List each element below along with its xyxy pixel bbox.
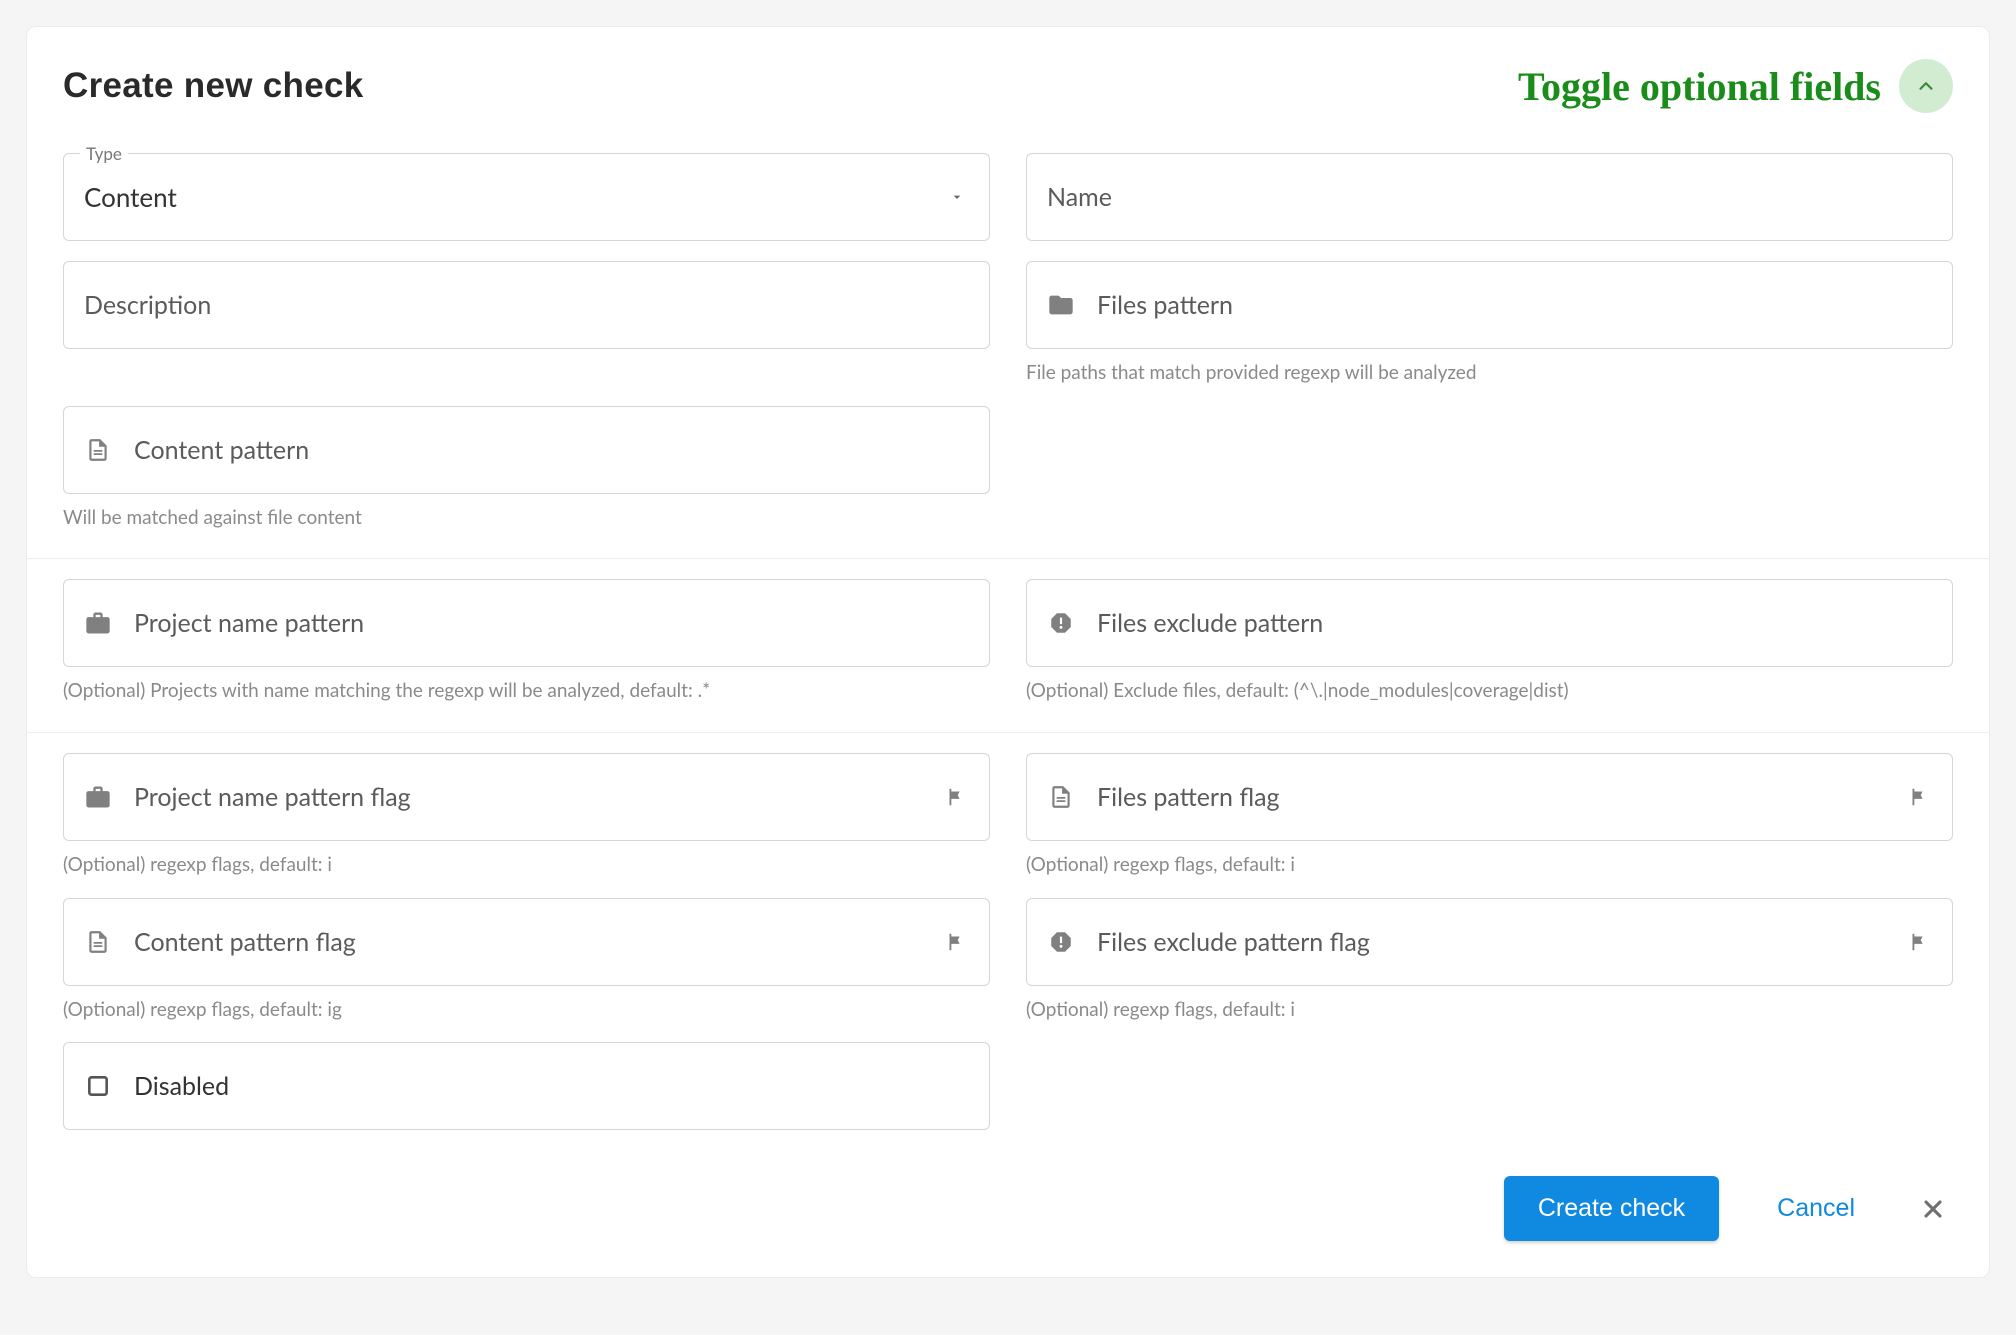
project-name-pattern-placeholder: Project name pattern [134, 608, 364, 638]
files-exclude-pattern-flag-input[interactable]: Files exclude pattern flag [1026, 898, 1953, 986]
section-optional-2: Project name pattern flag (Optional) reg… [27, 732, 1989, 1158]
name-input[interactable]: Name [1026, 153, 1953, 241]
type-select[interactable]: Type Content [63, 153, 990, 241]
name-placeholder: Name [1047, 182, 1112, 212]
type-floating-label: Type [80, 143, 128, 164]
flag-icon [941, 928, 969, 956]
files-pattern-input[interactable]: Files pattern [1026, 261, 1953, 349]
files-exclude-pattern-flag-placeholder: Files exclude pattern flag [1097, 927, 1370, 957]
files-pattern-flag-helper: (Optional) regexp flags, default: i [1026, 853, 1953, 878]
cancel-button[interactable]: Cancel [1771, 1193, 1861, 1224]
alert-icon [1047, 928, 1075, 956]
files-pattern-flag-placeholder: Files pattern flag [1097, 782, 1280, 812]
content-pattern-helper: Will be matched against file content [63, 506, 990, 531]
alert-icon [1047, 609, 1075, 637]
disabled-checkbox-field[interactable]: Disabled [63, 1042, 990, 1130]
content-pattern-input[interactable]: Content pattern [63, 406, 990, 494]
files-pattern-placeholder: Files pattern [1097, 290, 1233, 320]
flag-icon [941, 783, 969, 811]
content-pattern-flag-helper: (Optional) regexp flags, default: ig [63, 998, 990, 1023]
content-pattern-placeholder: Content pattern [134, 435, 309, 465]
section-optional-1: Project name pattern (Optional) Projects… [27, 558, 1989, 732]
toggle-optional-fields[interactable]: Toggle optional fields [1518, 59, 1953, 113]
dropdown-icon [949, 189, 965, 205]
briefcase-icon [84, 783, 112, 811]
flag-icon [1904, 928, 1932, 956]
briefcase-icon [84, 609, 112, 637]
close-icon [1919, 1195, 1947, 1223]
form-actions: Create check Cancel [27, 1158, 1989, 1277]
files-exclude-pattern-input[interactable]: Files exclude pattern [1026, 579, 1953, 667]
page-title: Create new check [63, 66, 364, 106]
file-icon [84, 436, 112, 464]
content-pattern-flag-placeholder: Content pattern flag [134, 927, 356, 957]
section-basic: Type Content Name Description [27, 113, 1989, 558]
files-exclude-pattern-placeholder: Files exclude pattern [1097, 608, 1323, 638]
files-exclude-pattern-helper: (Optional) Exclude files, default: (^\.|… [1026, 679, 1953, 704]
create-check-card: Create new check Toggle optional fields … [26, 26, 1990, 1278]
project-name-pattern-flag-placeholder: Project name pattern flag [134, 782, 411, 812]
chevron-up-icon [1915, 75, 1937, 97]
folder-icon [1047, 291, 1075, 319]
type-value: Content [84, 181, 177, 213]
description-placeholder: Description [84, 290, 211, 320]
project-name-pattern-flag-input[interactable]: Project name pattern flag [63, 753, 990, 841]
toggle-optional-fields-button[interactable] [1899, 59, 1953, 113]
files-pattern-helper: File paths that match provided regexp wi… [1026, 361, 1953, 386]
disabled-label: Disabled [134, 1071, 229, 1101]
content-pattern-flag-input[interactable]: Content pattern flag [63, 898, 990, 986]
flag-icon [1904, 783, 1932, 811]
checkbox-unchecked-icon[interactable] [84, 1072, 112, 1100]
files-pattern-flag-input[interactable]: Files pattern flag [1026, 753, 1953, 841]
file-icon [84, 928, 112, 956]
close-button[interactable] [1913, 1194, 1953, 1224]
project-name-pattern-input[interactable]: Project name pattern [63, 579, 990, 667]
files-exclude-pattern-flag-helper: (Optional) regexp flags, default: i [1026, 998, 1953, 1023]
description-input[interactable]: Description [63, 261, 990, 349]
create-check-button[interactable]: Create check [1504, 1176, 1719, 1241]
project-name-pattern-flag-helper: (Optional) regexp flags, default: i [63, 853, 990, 878]
card-header: Create new check Toggle optional fields [27, 27, 1989, 113]
toggle-optional-fields-label: Toggle optional fields [1518, 63, 1881, 110]
file-icon [1047, 783, 1075, 811]
project-name-pattern-helper: (Optional) Projects with name matching t… [63, 679, 990, 704]
